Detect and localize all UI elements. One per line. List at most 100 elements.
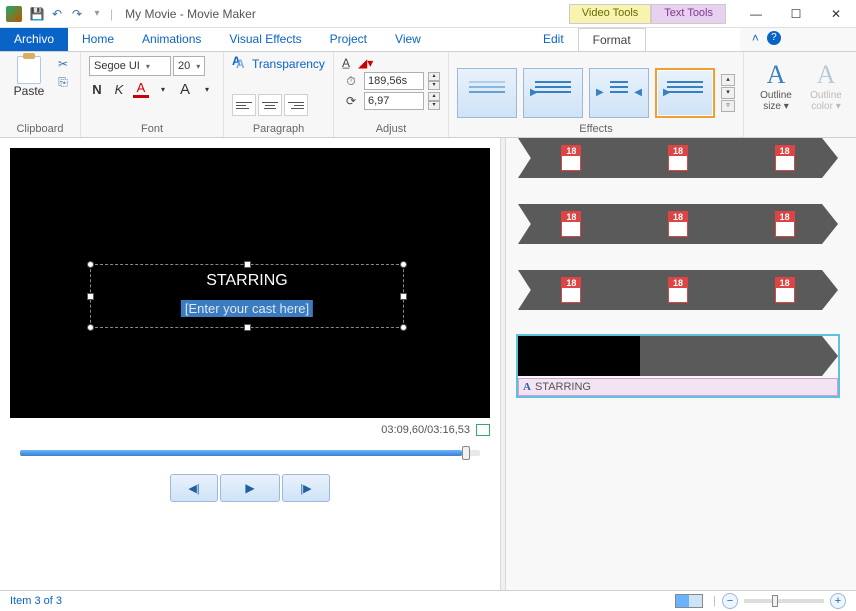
caption-track[interactable]: A STARRING (518, 378, 838, 396)
edit-text-icon[interactable]: A̲ (342, 56, 350, 70)
visual-effects-tab[interactable]: Visual Effects (215, 28, 315, 51)
dur-down[interactable]: ▾ (428, 101, 440, 110)
handle-br[interactable] (400, 324, 407, 331)
text-color-icon[interactable]: ◢▾ (358, 56, 373, 70)
edit-subtab[interactable]: Edit (529, 28, 578, 51)
animations-tab[interactable]: Animations (128, 28, 215, 51)
font-size-combo[interactable]: 20▾ (173, 56, 205, 76)
bold-button[interactable]: N (89, 82, 105, 97)
transparency-icon (232, 56, 248, 72)
effects-prev[interactable]: ▴ (721, 74, 735, 86)
font-color-button[interactable]: A (133, 80, 149, 98)
seek-thumb[interactable] (462, 446, 470, 460)
align-right-button[interactable] (284, 94, 308, 116)
handle-bl[interactable] (87, 324, 94, 331)
fullscreen-icon[interactable] (476, 424, 490, 436)
project-tab[interactable]: Project (316, 28, 381, 51)
clip-3[interactable]: 18 18 18 (518, 270, 838, 310)
handle-tl[interactable] (87, 261, 94, 268)
clip-1[interactable]: 18 18 18 (518, 138, 838, 178)
font-size-dropdown[interactable]: ▾ (199, 85, 215, 94)
view-tab[interactable]: View (381, 28, 435, 51)
zoom-slider[interactable] (744, 599, 824, 603)
clip-4-selected[interactable]: A STARRING (518, 336, 838, 396)
outline-color-icon: A (817, 60, 836, 90)
text-tools-label: Text Tools (664, 7, 713, 19)
font-color-dropdown[interactable]: ▾ (155, 85, 171, 94)
effect-fly-both[interactable] (589, 68, 649, 118)
status-item-count: Item 3 of 3 (10, 595, 62, 607)
dur-up[interactable]: ▴ (428, 92, 440, 101)
video-tools-tab[interactable]: Video Tools (569, 4, 651, 24)
maximize-button[interactable]: ☐ (776, 1, 816, 27)
grow-font-button[interactable]: A (177, 81, 193, 98)
timeline-panel[interactable]: 18 18 18 18 18 18 18 18 18 A STARRING (506, 138, 856, 590)
seek-slider[interactable] (20, 450, 480, 456)
italic-button[interactable]: K (111, 82, 127, 97)
paste-button[interactable]: Paste (8, 56, 50, 98)
thumbnail-size-icon[interactable] (675, 594, 703, 608)
clipboard-icon (17, 56, 41, 84)
zoom-out-button[interactable]: − (722, 593, 738, 609)
handle-t[interactable] (244, 261, 251, 268)
copy-icon[interactable]: ⎘ (54, 74, 72, 90)
duration-input[interactable]: 6,97 (364, 92, 424, 110)
home-tab[interactable]: Home (68, 28, 128, 51)
transparency-button[interactable]: Transparency (232, 56, 325, 72)
file-tab[interactable]: Archivo (0, 28, 68, 51)
start-time-input[interactable]: 189,56s (364, 72, 424, 90)
paragraph-group-label: Paragraph (232, 123, 325, 135)
font-face-combo[interactable]: Segoe UI▾ (89, 56, 171, 76)
handle-b[interactable] (244, 324, 251, 331)
video-preview[interactable]: STARRING [Enter your cast here] (10, 148, 490, 418)
font-group-label: Font (89, 123, 215, 135)
text-selection-box[interactable]: STARRING [Enter your cast here] (82, 256, 412, 336)
text-caption-icon: A (523, 381, 531, 393)
effect-fly-left[interactable] (523, 68, 583, 118)
clipboard-group-label: Clipboard (8, 123, 72, 135)
help-icon[interactable]: ? (767, 31, 781, 45)
outline-color-button: A Outline color ▾ (802, 60, 850, 112)
handle-r[interactable] (400, 293, 407, 300)
start-time-icon: ⏱ (342, 73, 360, 89)
effects-more[interactable]: ▿ (721, 100, 735, 112)
play-button[interactable]: ▶ (220, 474, 280, 502)
qat-more-icon[interactable]: ▾ (88, 5, 106, 23)
zoom-in-button[interactable]: + (830, 593, 846, 609)
caption-text: STARRING (535, 381, 591, 393)
minimize-button[interactable]: — (736, 1, 776, 27)
qat-undo-icon[interactable]: ↶ (48, 5, 66, 23)
video-tools-label: Video Tools (582, 7, 638, 19)
effects-next[interactable]: ▾ (721, 87, 735, 99)
align-left-button[interactable] (232, 94, 256, 116)
cast-placeholder[interactable]: [Enter your cast here] (181, 300, 313, 317)
close-button[interactable]: ✕ (816, 1, 856, 27)
outline-size-button[interactable]: A Outline size ▾ (752, 60, 800, 112)
paste-label: Paste (14, 84, 45, 98)
outline-size-icon: A (767, 60, 786, 90)
cut-icon[interactable]: ✂ (54, 56, 72, 72)
prev-frame-button[interactable]: ◀| (170, 474, 218, 502)
effects-group-label: Effects (457, 123, 735, 135)
text-tools-tab[interactable]: Text Tools (651, 4, 726, 24)
start-down[interactable]: ▾ (428, 81, 440, 90)
document-title: My Movie - Movie Maker (125, 7, 256, 21)
timecode-label: 03:09,60/03:16,53 (381, 424, 470, 436)
qat-save-icon[interactable]: 💾 (28, 5, 46, 23)
ribbon-collapse-icon[interactable]: ˄ (752, 31, 759, 45)
zoom-thumb[interactable] (772, 595, 778, 607)
effect-scroll-selected[interactable] (655, 68, 715, 118)
qat-redo-icon[interactable]: ↷ (68, 5, 86, 23)
format-subtab[interactable]: Format (578, 28, 646, 51)
clip-2[interactable]: 18 18 18 (518, 204, 838, 244)
align-center-button[interactable] (258, 94, 282, 116)
next-frame-button[interactable]: |▶ (282, 474, 330, 502)
start-up[interactable]: ▴ (428, 72, 440, 81)
effect-fade[interactable] (457, 68, 517, 118)
duration-icon: ⟳ (342, 93, 360, 109)
handle-tr[interactable] (400, 261, 407, 268)
title-text[interactable]: STARRING (82, 272, 412, 290)
app-icon (6, 6, 22, 22)
adjust-group-label: Adjust (342, 123, 440, 135)
handle-l[interactable] (87, 293, 94, 300)
